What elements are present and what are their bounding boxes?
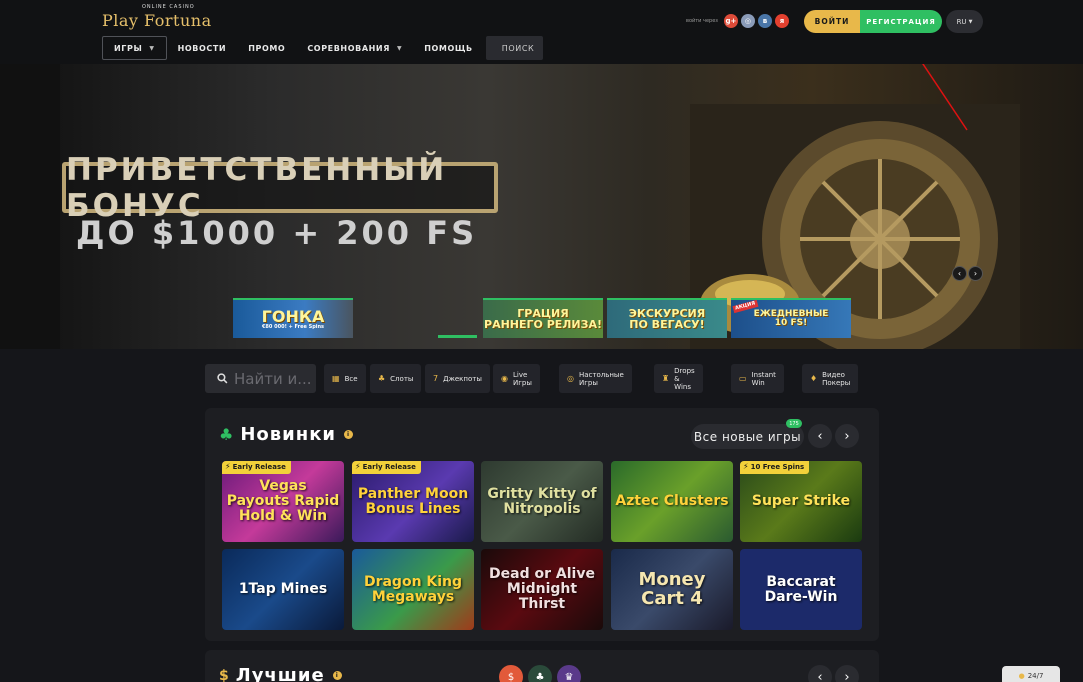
game-card[interactable]: ⚡ Early Release Panther Moon Bonus Lines [352, 461, 474, 542]
search-icon [217, 373, 228, 384]
live-icon: ◉ [501, 374, 508, 383]
game-search-input[interactable] [234, 369, 314, 388]
game-card[interactable]: ⚡ Early Release Vegas Payouts Rapid Hold … [222, 461, 344, 542]
register-button[interactable]: РЕГИСТРАЦИЯ [860, 10, 942, 33]
banner-prev-button[interactable]: ‹ [952, 266, 967, 281]
banner-thumb[interactable]: ГОНКА €80 000! + Free Spins [233, 298, 353, 338]
support-chat-button[interactable]: ● 24/7 [1002, 666, 1060, 682]
nav-games[interactable]: ИГРЫ ▼ [102, 36, 167, 60]
best-games-section: $ Лучшие i $ ♣ ♛ ‹ › [205, 650, 879, 682]
new-games-section: ♣ Новинки i Все новые игры 175 ‹ › ⚡ Earl… [205, 408, 879, 641]
ticket-icon: ▭ [739, 374, 747, 383]
vk-icon[interactable]: в [757, 14, 772, 28]
game-card[interactable]: Aztec Clusters [611, 461, 733, 542]
clover-icon[interactable]: ♣ [528, 665, 552, 682]
chat-icon: ● [1018, 672, 1025, 680]
clover-icon: ♣ [219, 425, 235, 444]
chevron-down-icon: ▼ [149, 44, 155, 52]
banner-edge [0, 64, 60, 349]
lightning-icon: ⚡ [225, 462, 231, 472]
lightning-icon: ⚡ [743, 462, 749, 472]
game-tag: ⚡ Early Release [352, 461, 421, 474]
nav-search-button[interactable]: ПОИСК [485, 36, 543, 60]
site-header: ONLINE CASINO Play Fortuna ИГРЫ ▼ НОВОСТИ… [0, 0, 1083, 64]
banner-thumb[interactable]: ЭКСКУРСИЯ ПО ВЕГАСУ! [607, 298, 727, 338]
nav-news[interactable]: НОВОСТИ [167, 36, 238, 60]
grid-icon: ▦ [332, 374, 340, 383]
logo[interactable]: ONLINE CASINO Play Fortuna [102, 3, 232, 33]
section-title: $ Лучшие i [219, 665, 342, 682]
language-select[interactable]: RU ▼ [946, 10, 983, 33]
main-nav: ИГРЫ ▼ НОВОСТИ ПРОМО СОРЕВНОВАНИЯ ▼ ПОМОЩЬ… [102, 36, 543, 60]
chevron-right-icon[interactable]: › [835, 665, 859, 682]
slide-progress [438, 335, 477, 338]
game-card[interactable]: ⚡ 10 Free Spins Super Strike [740, 461, 862, 542]
filter-live[interactable]: ◉ Live Игры [493, 364, 540, 393]
filter-drops[interactable]: ♜ Drops & Wins [654, 364, 703, 393]
filter-slots[interactable]: ♣ Слоты [370, 364, 422, 393]
game-card[interactable]: Money Cart 4 [611, 549, 733, 630]
filter-video-poker[interactable]: ♦ Видео Покеры [802, 364, 859, 393]
cherry-icon: ♣ [378, 374, 386, 383]
nav-tournaments[interactable]: СОРЕВНОВАНИЯ ▼ [296, 36, 413, 60]
bonus-subtitle: ДО $1000 + 200 FS [76, 214, 478, 252]
money-bag-icon[interactable]: $ [499, 665, 523, 682]
bonus-title-box: ПРИВЕТСТВЕННЫЙ БОНУС [62, 152, 498, 224]
info-icon[interactable]: i [332, 671, 342, 680]
login-button[interactable]: ВОЙТИ [804, 10, 860, 33]
banner-thumb[interactable]: ГРАЦИЯ РАННЕГО РЕЛИЗА! [483, 298, 603, 338]
annotation-arrow [922, 64, 968, 131]
chevron-left-icon[interactable]: ‹ [808, 424, 832, 448]
logo-text: Play Fortuna [102, 11, 212, 30]
nav-help[interactable]: ПОМОЩЬ [413, 36, 484, 60]
chevron-down-icon: ▼ [396, 44, 403, 52]
social-login-label: войти через [686, 18, 718, 24]
filter-instant[interactable]: ▭ Instant Win [731, 364, 784, 393]
game-card[interactable]: Gritty Kitty of Nitropolis [481, 461, 603, 542]
section-title: ♣ Новинки i [219, 424, 354, 445]
yandex-icon[interactable]: я [774, 14, 789, 28]
filter-all[interactable]: ▦ Все [324, 364, 366, 393]
game-tag: ⚡ Early Release [222, 461, 291, 474]
seven-icon: 7 [433, 374, 439, 383]
bonus-title: ПРИВЕТСТВЕННЫЙ БОНУС [66, 151, 448, 224]
filter-table[interactable]: ◎ Настольные Игры [559, 364, 632, 393]
banner-next-button[interactable]: › [968, 266, 983, 281]
filter-jackpots[interactable]: 7 Джекпоты [425, 364, 490, 393]
nav-promo[interactable]: ПРОМО [237, 36, 296, 60]
game-tag: ⚡ 10 Free Spins [740, 461, 810, 474]
chevron-left-icon[interactable]: ‹ [808, 665, 832, 682]
social-login: войти через g+ ◎ в я [686, 14, 789, 28]
logo-tagline: ONLINE CASINO [142, 4, 195, 10]
all-new-games-button[interactable]: Все новые игры [691, 424, 804, 449]
lightning-icon: ⚡ [355, 462, 361, 472]
chevron-right-icon[interactable]: › [835, 424, 859, 448]
game-card[interactable]: Dead or Alive Midnight Thirst [481, 549, 603, 630]
chip-icon: ◎ [567, 374, 574, 383]
mailru-icon[interactable]: ◎ [740, 14, 755, 28]
banner-thumb[interactable]: АКЦИЯ ЕЖЕДНЕВНЫЕ 10 FS! [731, 298, 851, 338]
drops-icon: ♜ [662, 374, 670, 383]
money-bag-icon: $ [219, 667, 230, 682]
new-games-count-badge: 175 [786, 419, 802, 428]
game-card[interactable]: 1Tap Mines [222, 549, 344, 630]
google-plus-icon[interactable]: g+ [723, 14, 738, 28]
chevron-down-icon: ▼ [968, 18, 973, 25]
game-search[interactable] [205, 364, 316, 393]
info-icon[interactable]: i [344, 430, 354, 439]
cards-icon: ♦ [810, 374, 818, 383]
crown-icon[interactable]: ♛ [557, 665, 581, 682]
game-card[interactable]: Baccarat Dare-Win [740, 549, 862, 630]
promo-banner[interactable]: ПРИВЕТСТВЕННЫЙ БОНУС ДО $1000 + 200 FS ‹… [0, 64, 1083, 349]
game-card[interactable]: Dragon King Megaways [352, 549, 474, 630]
